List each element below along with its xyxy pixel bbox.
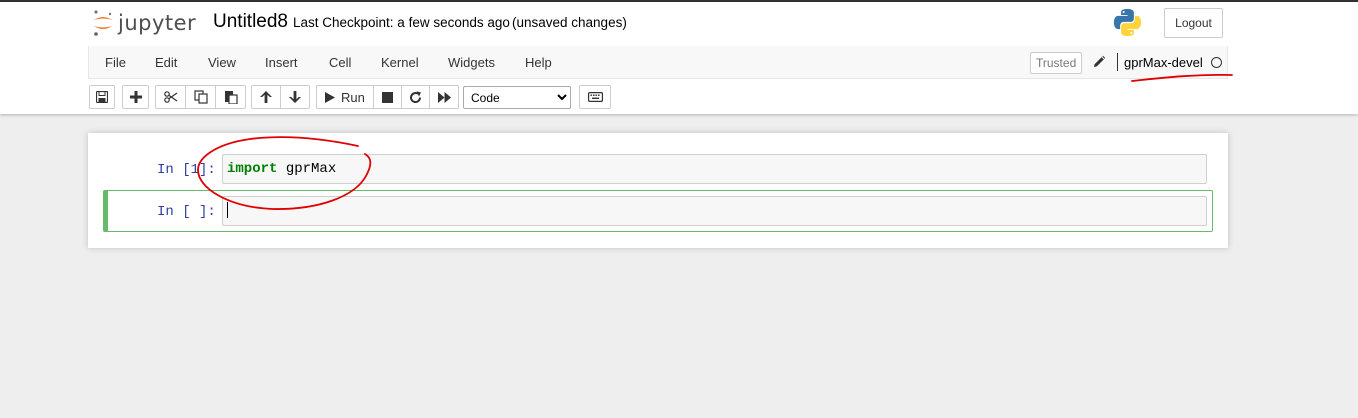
cell-1-prompt: In [1]:: [157, 162, 216, 178]
command-palette-button[interactable]: [579, 85, 611, 109]
kernel-divider: [1117, 53, 1118, 71]
cell-1-code-input[interactable]: import gprMax: [222, 154, 1207, 184]
paste-button[interactable]: [215, 85, 246, 109]
stop-icon: [382, 91, 393, 103]
kernel-idle-indicator-icon: [1211, 57, 1222, 68]
menu-kernel[interactable]: Kernel: [381, 55, 419, 70]
menu-insert[interactable]: Insert: [265, 55, 298, 70]
arrow-up-icon: [260, 91, 272, 103]
run-button-label: Run: [341, 89, 365, 105]
menubar: File Edit View Insert Cell Kernel Widget…: [88, 46, 1228, 79]
fast-forward-icon: [437, 91, 451, 103]
menu-cell[interactable]: Cell: [329, 55, 351, 70]
run-button[interactable]: Run: [316, 85, 374, 109]
notebook-title[interactable]: Untitled8: [213, 11, 288, 33]
plus-icon: [129, 91, 142, 103]
menu-file[interactable]: File: [105, 55, 126, 70]
logout-button[interactable]: Logout: [1164, 8, 1223, 38]
insert-cell-button[interactable]: [122, 85, 149, 109]
paste-icon: [224, 91, 238, 104]
menu-view[interactable]: View: [208, 55, 236, 70]
checkpoint-status: Last Checkpoint: a few seconds ago: [293, 15, 510, 30]
kernel-name[interactable]: gprMax-devel: [1124, 55, 1203, 70]
restart-icon: [410, 90, 422, 103]
code-text: gprMax: [277, 161, 337, 177]
cell-2-code-input[interactable]: [222, 196, 1207, 226]
restart-kernel-button[interactable]: [401, 85, 430, 109]
menu-widgets[interactable]: Widgets: [448, 55, 495, 70]
menu-edit[interactable]: Edit: [155, 55, 177, 70]
copy-button[interactable]: [185, 85, 216, 109]
text-cursor: [227, 202, 228, 219]
header: jupyter Untitled8 Last Checkpoint: a few…: [0, 2, 1358, 114]
arrow-down-icon: [289, 91, 301, 103]
save-button[interactable]: [89, 85, 115, 109]
cell-2-prompt: In [ ]:: [157, 204, 216, 220]
jupyter-logo-icon: [94, 10, 112, 36]
unsaved-changes-status: (unsaved changes): [512, 15, 627, 30]
jupyter-logo-text: jupyter: [118, 11, 197, 35]
menu-help[interactable]: Help: [525, 55, 552, 70]
python-logo-icon: [1113, 8, 1142, 37]
trusted-indicator[interactable]: Trusted: [1030, 52, 1083, 74]
scissors-icon: [163, 91, 177, 103]
code-keyword: import: [227, 161, 278, 177]
cut-button[interactable]: [155, 85, 186, 109]
move-cell-down-button[interactable]: [280, 85, 310, 109]
pencil-icon[interactable]: [1092, 55, 1106, 69]
play-icon: [325, 91, 335, 103]
copy-icon: [193, 90, 208, 104]
jupyter-logo[interactable]: jupyter: [92, 9, 196, 37]
cell-type-select[interactable]: Code: [463, 86, 571, 109]
notebook-container: In [1]: import gprMax In [ ]:: [88, 133, 1228, 248]
move-cell-up-button[interactable]: [251, 85, 281, 109]
restart-run-all-button[interactable]: [429, 85, 459, 109]
keyboard-icon: [587, 92, 603, 102]
save-icon: [96, 91, 108, 103]
interrupt-kernel-button[interactable]: [373, 85, 402, 109]
